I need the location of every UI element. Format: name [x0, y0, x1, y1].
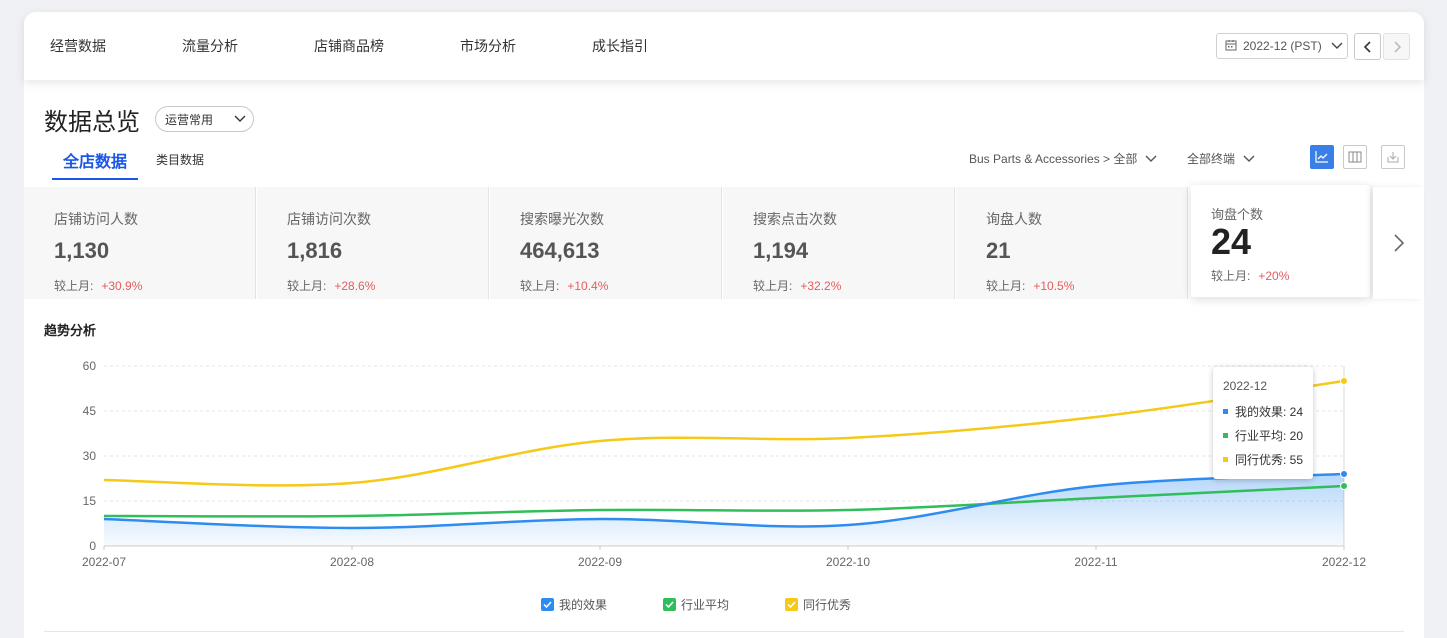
nav-item-market-analysis[interactable]: 市场分析 [460, 36, 516, 56]
date-picker-value: 2022-12 (PST) [1243, 39, 1322, 53]
x-tick-label: 2022-09 [578, 555, 622, 569]
tooltip-row-label: 我的效果: 24 [1235, 405, 1304, 419]
y-tick-label: 30 [83, 449, 97, 463]
chevron-right-icon [1393, 40, 1401, 53]
checkbox-checked-icon [663, 598, 676, 611]
x-tick-label: 2022-07 [82, 555, 126, 569]
tooltip-row-label: 同行优秀: 55 [1235, 453, 1304, 467]
series-marker [1223, 457, 1228, 462]
nav-item-business-data[interactable]: 经营数据 [50, 36, 106, 56]
trend-chart: 0 15 30 45 60 2022-07 2022-08 2022-09 2022-10 202… [82, 359, 1366, 569]
x-tick-label: 2022-11 [1074, 555, 1117, 569]
calendar-icon [1225, 39, 1237, 54]
legend-label: 同行优秀 [803, 598, 852, 612]
y-tick-label: 0 [89, 539, 96, 553]
date-picker[interactable]: 2022-12 (PST) [1216, 33, 1348, 59]
chevron-left-icon [1363, 40, 1371, 53]
series-line-peer-excellent [103, 379, 1345, 487]
previous-month-button[interactable] [1354, 33, 1381, 60]
tooltip-row-label: 行业平均: 20 [1235, 429, 1304, 443]
series-marker [1223, 409, 1228, 414]
legend-item-industry-average[interactable]: 行业平均 [663, 596, 729, 613]
checkbox-checked-icon [785, 598, 798, 611]
x-tick-label: 2022-08 [330, 555, 374, 569]
x-tick-label: 2022-10 [826, 555, 870, 569]
y-tick-label: 15 [83, 494, 97, 508]
data-point [1340, 377, 1348, 385]
x-tick-label: 2022-12 [1322, 555, 1366, 569]
legend-label: 我的效果 [559, 598, 608, 612]
y-tick-label: 60 [83, 359, 97, 373]
tooltip-row: 同行优秀: 55 [1223, 451, 1303, 468]
data-point [1340, 482, 1348, 490]
nav-item-store-product-ranking[interactable]: 店铺商品榜 [314, 36, 384, 56]
legend-label: 行业平均 [681, 598, 730, 612]
divider [44, 631, 1404, 632]
y-tick-label: 45 [83, 404, 97, 418]
series-marker [1223, 433, 1228, 438]
checkbox-checked-icon [541, 598, 554, 611]
tooltip-row: 行业平均: 20 [1223, 427, 1303, 444]
tooltip-title: 2022-12 [1223, 379, 1268, 393]
top-navigation: 经营数据 流量分析 店铺商品榜 市场分析 成长指引 2022-12 (PST) [24, 12, 1424, 80]
legend-item-mine[interactable]: 我的效果 [541, 596, 607, 613]
next-month-button[interactable] [1383, 33, 1410, 60]
legend-item-peer-excellent[interactable]: 同行优秀 [785, 596, 851, 613]
data-point [1340, 470, 1348, 478]
tooltip-row: 我的效果: 24 [1223, 403, 1303, 420]
chevron-down-icon [1331, 39, 1343, 53]
nav-item-traffic-analysis[interactable]: 流量分析 [182, 36, 238, 56]
chart-tooltip: 2022-12 我的效果: 24 行业平均: 20 同行优秀: 55 [1213, 367, 1313, 479]
nav-item-growth-guide[interactable]: 成长指引 [592, 36, 648, 56]
